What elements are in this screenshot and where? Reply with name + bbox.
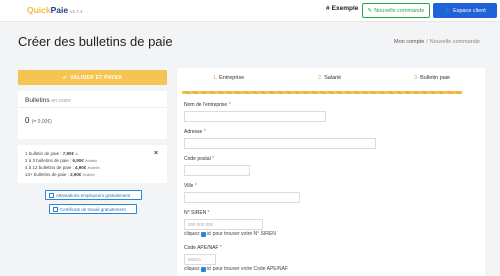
client-space-label: Espace client bbox=[453, 7, 486, 14]
label-text: Code APE/NAF bbox=[184, 245, 219, 251]
ape-input[interactable]: 0000A bbox=[184, 254, 216, 265]
logo[interactable]: QuickPaie v2.7.1 bbox=[27, 5, 82, 15]
postal-code-input[interactable] bbox=[184, 165, 250, 176]
external-link-icon[interactable] bbox=[200, 266, 206, 272]
pricing-item: 4 à 12 bulletins de paie : 4,90€ /bullet… bbox=[25, 164, 100, 171]
required-mark: * bbox=[203, 129, 206, 135]
breadcrumb: Mon compte / Nouvelle commande bbox=[394, 39, 480, 45]
pricing-unit: /bulletin bbox=[85, 159, 98, 163]
label-text: Code postal bbox=[184, 156, 211, 162]
check-icon: ✔ bbox=[62, 74, 68, 81]
required-mark: * bbox=[194, 183, 197, 189]
siren-label: N° SIREN * bbox=[184, 210, 210, 216]
employer-certificates-button[interactable]: Attestations employeurs gratuitement bbox=[45, 190, 142, 200]
progress-bar bbox=[182, 91, 462, 94]
siren-help: cliquez ici pour trouver votre N° SIREN bbox=[184, 231, 276, 237]
required-mark: * bbox=[212, 156, 215, 162]
tab-label: Bulletin paie bbox=[420, 75, 451, 81]
address-label: Adresse * bbox=[184, 129, 206, 135]
city-label: Ville * bbox=[184, 183, 197, 189]
label-text: N° SIREN bbox=[184, 210, 207, 216]
tab-salarie[interactable]: 2. Salarié bbox=[318, 75, 341, 81]
validate-pay-label: VALIDER ET PAYER bbox=[70, 74, 123, 81]
pricing-text: 4 à 12 bulletins de paie : bbox=[25, 165, 76, 170]
pricing-text: 1 bulletin de paie : bbox=[25, 151, 63, 156]
employer-certificates-label: Attestations employeurs gratuitement bbox=[56, 192, 131, 198]
label-text: Nom de l'entreprise bbox=[184, 102, 228, 108]
logo-quick: Quick bbox=[27, 5, 51, 15]
pricing-text: 2 à 3 bulletins de paie : bbox=[25, 158, 73, 163]
tab-label: Entreprise bbox=[219, 75, 245, 81]
example-label: Exemple bbox=[331, 5, 359, 12]
close-icon[interactable]: × bbox=[154, 150, 158, 157]
work-certificates-label: Certificats de travail gratuitement bbox=[60, 206, 126, 212]
label-text: Adresse bbox=[184, 129, 203, 135]
pricing-info: 1 bulletin de paie : 7,90€ /u 2 à 3 bull… bbox=[18, 145, 167, 183]
tab-number: 1. bbox=[213, 75, 218, 81]
navbar: QuickPaie v2.7.1 # Exemple ✎ Nouvelle com… bbox=[0, 0, 500, 22]
help-text: cliquez bbox=[184, 231, 200, 237]
tab-bulletin-paie[interactable]: 3. Bulletin paie bbox=[414, 75, 450, 81]
pricing-price: 6,90€ bbox=[72, 158, 84, 163]
hash-icon: # bbox=[326, 5, 330, 12]
company-name-input[interactable] bbox=[184, 111, 326, 122]
tab-entreprise[interactable]: 1. Entreprise bbox=[213, 75, 244, 81]
company-form-panel: 1. Entreprise 2. Salarié 3. Bulletin pai… bbox=[177, 68, 485, 276]
required-mark: * bbox=[207, 210, 210, 216]
page-title: Créer des bulletins de paie bbox=[18, 34, 173, 49]
new-order-label: Nouvelle commande bbox=[374, 7, 425, 14]
company-name-label: Nom de l'entreprise * bbox=[184, 102, 231, 108]
bulletins-count-value: 0 bbox=[25, 116, 30, 125]
required-mark: * bbox=[228, 102, 231, 108]
city-input[interactable] bbox=[184, 192, 300, 203]
tab-number: 2. bbox=[318, 75, 323, 81]
user-icon: 👤 bbox=[444, 7, 452, 14]
divider bbox=[18, 107, 167, 108]
tab-label: Salarié bbox=[324, 75, 342, 81]
pricing-price: 2,90€ bbox=[70, 172, 82, 177]
work-certificates-button[interactable]: Certificats de travail gratuitement bbox=[49, 204, 137, 214]
external-link-icon[interactable] bbox=[200, 231, 206, 237]
example-link[interactable]: # Exemple bbox=[326, 5, 358, 12]
address-input[interactable] bbox=[184, 138, 376, 149]
label-text: Ville bbox=[184, 183, 194, 189]
siren-input[interactable]: 000 000 000 bbox=[184, 219, 263, 230]
postal-code-label: Code postal * bbox=[184, 156, 214, 162]
bulletins-count: 0 (= 0,00€) bbox=[25, 116, 52, 125]
pricing-list: 1 bulletin de paie : 7,90€ /u 2 à 3 bull… bbox=[25, 150, 100, 178]
logo-paie: Paie bbox=[50, 5, 69, 15]
siren-help-link[interactable]: ici pour trouver votre N° SIREN bbox=[207, 231, 276, 237]
breadcrumb-account[interactable]: Mon compte bbox=[394, 39, 424, 45]
validate-pay-button[interactable]: ✔ VALIDER ET PAYER bbox=[18, 70, 167, 85]
edit-icon: ✎ bbox=[367, 7, 373, 14]
bulletins-summary: Bulletins en cours 0 (= 0,00€) bbox=[18, 91, 167, 139]
breadcrumb-separator: / bbox=[426, 39, 428, 45]
ape-label: Code APE/NAF * bbox=[184, 245, 222, 251]
bulletins-total: (= 0,00€) bbox=[31, 119, 52, 125]
pricing-unit: /u bbox=[75, 152, 79, 156]
breadcrumb-current: Nouvelle commande bbox=[429, 39, 480, 45]
tab-number: 3. bbox=[414, 75, 419, 81]
pricing-item: 1 bulletin de paie : 7,90€ /u bbox=[25, 150, 100, 157]
edit-icon bbox=[49, 192, 54, 198]
pricing-price: 4,90€ bbox=[75, 165, 87, 170]
client-space-button[interactable]: 👤 Espace client bbox=[433, 3, 497, 18]
pricing-price: 7,90€ bbox=[62, 151, 75, 156]
required-mark: * bbox=[219, 245, 222, 251]
bulletins-subtitle: en cours bbox=[51, 98, 71, 104]
ape-help-link[interactable]: ici pour trouver votre Code APE/NAF bbox=[207, 266, 288, 272]
help-text: cliquez bbox=[184, 266, 200, 272]
bulletins-title: Bulletins bbox=[25, 97, 50, 104]
pricing-text: 13+ bulletins de paie : bbox=[25, 172, 71, 177]
pricing-unit: /bulletin bbox=[82, 173, 95, 177]
new-order-button[interactable]: ✎ Nouvelle commande bbox=[362, 3, 430, 18]
pricing-item: 13+ bulletins de paie : 2,90€ /bulletin bbox=[25, 171, 100, 178]
edit-icon bbox=[53, 206, 58, 212]
pricing-item: 2 à 3 bulletins de paie : 6,90€ /bulleti… bbox=[25, 157, 100, 164]
bulletins-heading: Bulletins en cours bbox=[25, 97, 71, 104]
pricing-unit: /bulletin bbox=[87, 166, 100, 170]
logo-version: v2.7.1 bbox=[70, 9, 83, 14]
ape-help: cliquez ici pour trouver votre Code APE/… bbox=[184, 266, 288, 272]
